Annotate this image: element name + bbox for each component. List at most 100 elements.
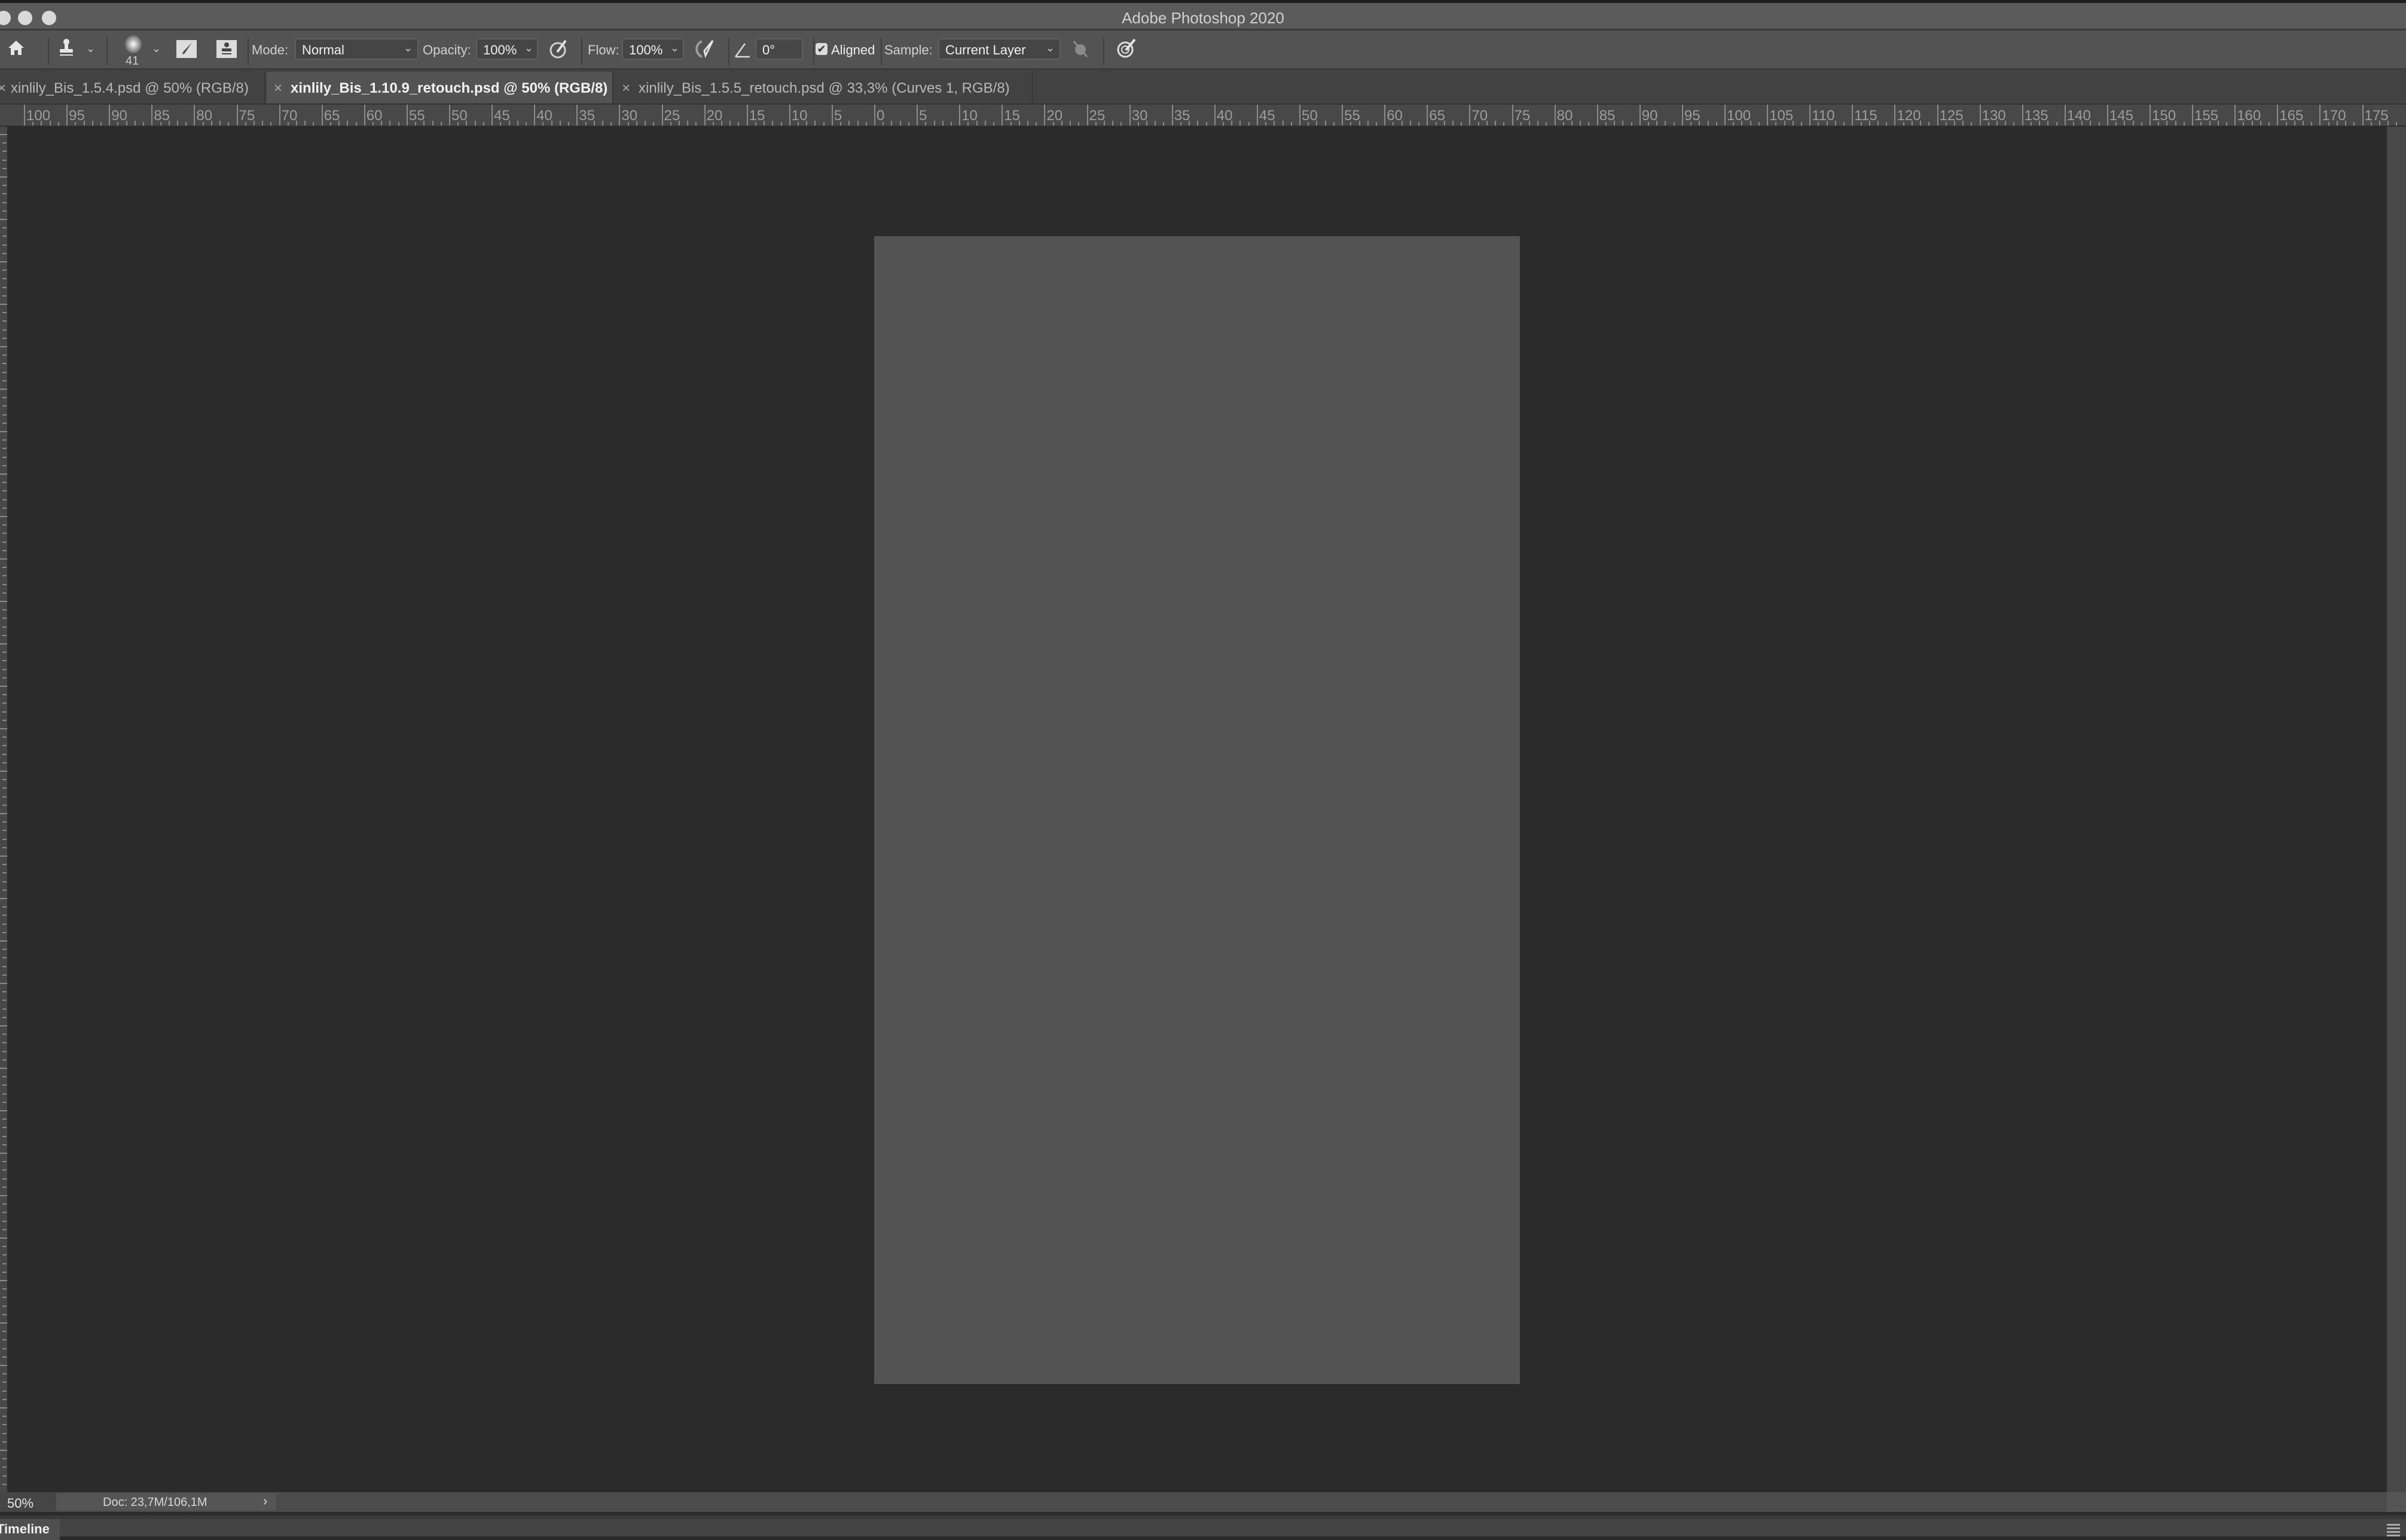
ruler-minor-tick <box>2 1169 7 1171</box>
aligned-checkbox[interactable]: ✔ <box>816 43 828 55</box>
close-tab-icon[interactable]: × <box>0 80 6 96</box>
brush-picker-chevron-icon[interactable]: ⌄ <box>152 42 161 55</box>
ruler-minor-tick <box>1061 121 1062 126</box>
vertical-ruler[interactable] <box>0 127 7 1492</box>
ruler-minor-tick <box>389 121 391 126</box>
ruler-minor-tick <box>1274 121 1275 126</box>
tool-preset-chevron-icon[interactable]: ⌄ <box>86 42 95 55</box>
tab-document-3[interactable]: × xinlily_Bis_1.5.5_retouch.psd @ 33,3% (… <box>615 72 1033 103</box>
ruler-minor-tick <box>1189 121 1190 126</box>
airbrush-icon[interactable] <box>695 39 716 62</box>
chevron-down-icon[interactable]: ⌄ <box>524 42 533 54</box>
ruler-minor-tick <box>610 122 612 126</box>
panel-menu-icon[interactable] <box>2387 1524 2400 1538</box>
brush-settings-icon[interactable] <box>176 38 197 61</box>
ruler-minor-tick <box>2 1271 7 1273</box>
ruler-major-tick <box>0 219 7 220</box>
ruler-minor-tick <box>474 121 476 126</box>
ruler-minor-tick <box>1070 121 1071 126</box>
tab-document-2[interactable]: × xinlily_Bis_1.10.9_retouch.psd @ 50% (R… <box>267 72 613 103</box>
ruler-minor-tick <box>41 121 42 126</box>
ruler-major-tick <box>0 389 7 390</box>
ruler-major-tick <box>874 105 875 126</box>
ruler-minor-tick <box>440 122 442 126</box>
ruler-minor-tick <box>2294 121 2295 126</box>
ruler-minor-tick <box>2 185 7 187</box>
ruler-major-tick <box>1129 105 1131 126</box>
ruler-major-tick <box>959 105 961 126</box>
ruler-minor-tick <box>645 121 646 126</box>
ruler-minor-tick <box>2081 121 2083 126</box>
ruler-minor-tick <box>1367 121 1369 126</box>
horizontal-ruler[interactable]: 100 95 90 85 80 75 70 65 60 55 50 45 40 35 30 25 20 15 10 5… <box>0 105 2406 127</box>
ruler-major-tick <box>0 346 7 347</box>
clone-source-icon[interactable] <box>216 38 237 61</box>
close-tab-icon[interactable]: × <box>274 80 282 96</box>
angle-icon <box>734 41 751 61</box>
ruler-minor-tick <box>823 122 825 126</box>
ruler-minor-tick <box>2 1339 7 1341</box>
ruler-minor-tick <box>2 456 7 458</box>
ruler-major-tick <box>1086 105 1088 126</box>
tab-label: xinlily_Bis_1.5.5_retouch.psd @ 33,3% (C… <box>639 80 1010 96</box>
ruler-minor-tick <box>2396 122 2398 126</box>
ruler-minor-tick <box>2141 122 2142 126</box>
ruler-minor-tick <box>2302 121 2304 126</box>
ruler-minor-tick <box>1690 122 1692 126</box>
ignore-adjustment-layers-icon[interactable] <box>1071 40 1089 61</box>
timeline-tab[interactable]: Timeline <box>0 1519 60 1540</box>
home-icon[interactable] <box>7 39 25 60</box>
tab-document-1[interactable]: × xinlily_Bis_1.5.4.psd @ 50% (RGB/8) <box>0 72 265 103</box>
ruler-minor-tick <box>1036 122 1037 126</box>
ruler-minor-tick <box>2 711 7 713</box>
ruler-minor-tick <box>993 122 995 126</box>
sample-value: Current Layer <box>945 42 1026 57</box>
pressure-size-icon[interactable] <box>1116 38 1137 62</box>
mode-value: Normal <box>302 42 344 57</box>
ruler-minor-tick <box>2 575 7 577</box>
flow-field[interactable]: 100% ⌄ <box>622 38 684 60</box>
chevron-down-icon[interactable]: ⌄ <box>670 42 679 54</box>
ruler-minor-tick <box>950 122 952 126</box>
ruler-label: 55 <box>1344 108 1360 124</box>
sample-select[interactable]: Current Layer ⌄ <box>938 38 1061 60</box>
ruler-minor-tick <box>2 482 7 484</box>
status-menu-arrow-icon[interactable]: › <box>263 1493 267 1509</box>
mode-select[interactable]: Normal ⌄ <box>295 38 419 60</box>
ruler-minor-tick <box>176 121 178 126</box>
ruler-minor-tick <box>2 677 7 679</box>
ruler-minor-tick <box>780 122 782 126</box>
ruler-minor-tick <box>2158 122 2160 126</box>
pressure-opacity-icon[interactable] <box>549 39 569 62</box>
ruler-minor-tick <box>1775 122 1777 126</box>
ruler-major-tick <box>2234 105 2236 126</box>
clone-stamp-icon[interactable] <box>57 38 75 61</box>
ruler-major-tick <box>0 855 7 857</box>
ruler-minor-tick <box>2 592 7 594</box>
ruler-minor-tick <box>1648 122 1650 126</box>
ruler-minor-tick <box>1580 121 1581 126</box>
ruler-minor-tick <box>2 490 7 492</box>
ruler-major-tick <box>0 134 7 135</box>
ruler-minor-tick <box>1605 122 1607 126</box>
ruler-minor-tick <box>270 122 272 126</box>
ruler-minor-tick <box>2 329 7 331</box>
ruler-minor-tick <box>1665 121 1666 126</box>
ruler-minor-tick <box>1180 122 1181 126</box>
zoom-level-field[interactable]: 50% <box>0 1492 56 1512</box>
ruler-minor-tick <box>2 499 7 500</box>
ruler-minor-tick <box>1163 122 1165 126</box>
ruler-label: 100 <box>26 108 51 124</box>
document-canvas[interactable] <box>874 236 1520 1384</box>
opacity-field[interactable]: 100% ⌄ <box>476 38 538 60</box>
ruler-minor-tick <box>2 1458 7 1460</box>
ruler-minor-tick <box>2 210 7 212</box>
ruler-major-tick <box>0 304 7 305</box>
vertical-scrollbar[interactable] <box>2387 127 2406 1492</box>
angle-field[interactable]: 0° <box>755 38 803 60</box>
ruler-minor-tick <box>2 448 7 450</box>
ruler-minor-tick <box>2 737 7 738</box>
ruler-label: 175 <box>2364 108 2389 124</box>
close-tab-icon[interactable]: × <box>622 80 630 96</box>
ruler-minor-tick <box>2 380 7 381</box>
